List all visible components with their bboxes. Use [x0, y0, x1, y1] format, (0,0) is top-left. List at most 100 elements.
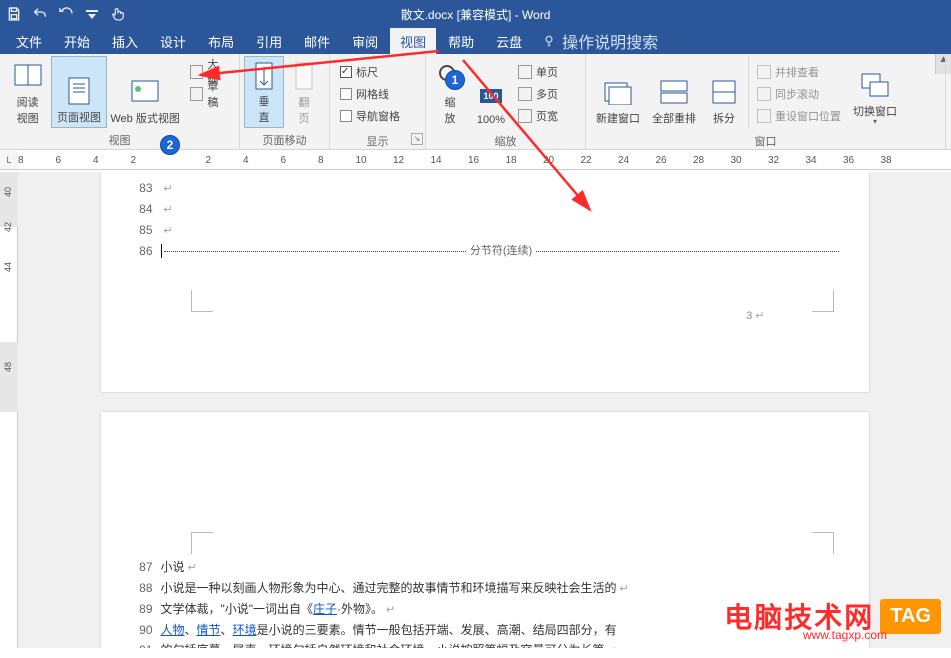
- dialog-launcher-icon[interactable]: ↘: [411, 133, 423, 145]
- side-by-side-button[interactable]: 并排查看: [757, 62, 841, 82]
- hyperlink[interactable]: 环境: [233, 623, 257, 637]
- split-label: 拆分: [713, 110, 735, 126]
- single-page-button[interactable]: 单页: [518, 62, 558, 82]
- line-number: 89: [131, 599, 161, 620]
- ruler-tick: 32: [768, 155, 779, 166]
- line-number: 91: [131, 640, 161, 648]
- tab-review[interactable]: 审阅: [342, 28, 388, 55]
- tab-design[interactable]: 设计: [150, 28, 196, 55]
- ruler-tick: 16: [468, 155, 479, 166]
- arrange-all-icon: [656, 74, 692, 110]
- save-icon[interactable]: [4, 4, 24, 24]
- ruler-tick: 2: [131, 155, 137, 166]
- vertical-ruler[interactable]: 40 42 44 48: [0, 172, 18, 648]
- document-line[interactable]: 83↵: [131, 178, 839, 199]
- flip-button[interactable]: 翻 页: [284, 56, 324, 128]
- window-title: 散文.docx [兼容模式] - Word: [401, 6, 551, 23]
- document-line[interactable]: 85↵: [131, 220, 839, 241]
- redo-icon[interactable]: [56, 4, 76, 24]
- line-text[interactable]: ↵: [161, 220, 839, 241]
- ruler-corner: L: [0, 151, 18, 170]
- hyperlink[interactable]: 庄子: [313, 602, 337, 616]
- draft-view-button[interactable]: 草稿: [190, 84, 229, 104]
- line-text[interactable]: ↵: [161, 199, 839, 220]
- web-layout-button[interactable]: Web 版式视图: [107, 56, 184, 128]
- document-line[interactable]: 88小说是一种以刻画人物形象为中心、通过完整的故事情节和环境描写来反映社会生活的…: [131, 578, 839, 599]
- page-width-button[interactable]: 页宽: [518, 106, 558, 126]
- single-page-label: 单页: [536, 64, 558, 80]
- ruler-tick: 20: [543, 155, 554, 166]
- gridlines-checkbox[interactable]: 网格线: [340, 84, 400, 104]
- document-scroll-area: 40 42 44 48 83↵84↵85↵ 86 分节符(连续) 3↵: [0, 172, 951, 648]
- side-by-side-icon: [757, 65, 771, 79]
- sync-scroll-button[interactable]: 同步滚动: [757, 84, 841, 104]
- ruler-tick: 6: [281, 155, 287, 166]
- line-number: 87: [131, 557, 161, 578]
- ruler-tick: 30: [731, 155, 742, 166]
- group-show: 标尺 网格线 导航窗格 显示↘: [330, 54, 426, 149]
- customize-qat-icon[interactable]: [82, 4, 102, 24]
- tab-file[interactable]: 文件: [6, 28, 52, 55]
- switch-windows-button[interactable]: 切换窗口 ▾: [847, 56, 903, 128]
- section-break-label: 分节符(连续): [466, 241, 536, 261]
- document-line[interactable]: 89文学体裁，"小说"一词出自《庄子·外物》。↵: [131, 599, 839, 620]
- tab-cloud[interactable]: 云盘: [486, 28, 532, 55]
- ruler-checkbox[interactable]: 标尺: [340, 62, 400, 82]
- line-text[interactable]: 人物、情节、环境是小说的三要素。情节一般包括开端、发展、高潮、结局四部分，有: [161, 620, 839, 640]
- navpane-checkbox[interactable]: 导航窗格: [340, 106, 400, 126]
- zoom-button[interactable]: 缩 放: [430, 56, 470, 128]
- arrange-all-label: 全部重排: [652, 110, 696, 126]
- vertical-button[interactable]: 垂 直: [244, 56, 284, 128]
- hyperlink[interactable]: 情节: [197, 623, 221, 637]
- group-zoom-label: 缩放: [426, 131, 585, 152]
- tab-references[interactable]: 引用: [246, 28, 292, 55]
- checkbox-icon: [340, 66, 352, 78]
- flip-label: 翻 页: [299, 94, 310, 126]
- document-line[interactable]: 91的句括序幕、尾声。环境句括自然环境和社会环境。小说按照篇幅及容量可分为长篇↵: [131, 640, 839, 648]
- undo-icon[interactable]: [30, 4, 50, 24]
- ruler-tick: 38: [881, 155, 892, 166]
- line-number: 84: [131, 199, 161, 220]
- line-text[interactable]: 小说↵: [161, 557, 839, 578]
- tab-layout[interactable]: 布局: [198, 28, 244, 55]
- group-page-movement: 垂 直 翻 页 页面移动: [240, 54, 330, 149]
- multi-page-icon: [518, 87, 532, 101]
- line-text[interactable]: ↵: [161, 178, 839, 199]
- line-text[interactable]: 文学体裁，"小说"一词出自《庄子·外物》。↵: [161, 599, 839, 620]
- tell-me-search[interactable]: 操作说明搜索: [542, 29, 658, 53]
- horizontal-ruler[interactable]: 1086422468101214161820222426283032343638: [18, 151, 951, 170]
- reset-window-button[interactable]: 重设窗口位置: [757, 106, 841, 126]
- line-text[interactable]: 的句括序幕、尾声。环境句括自然环境和社会环境。小说按照篇幅及容量可分为长篇↵: [161, 640, 839, 648]
- tab-home[interactable]: 开始: [54, 28, 100, 55]
- document-line[interactable]: 84↵: [131, 199, 839, 220]
- read-mode-button[interactable]: 阅读 视图: [4, 56, 51, 128]
- flip-icon: [286, 58, 322, 94]
- group-show-label: 显示↘: [330, 131, 425, 152]
- zoom-100-button[interactable]: 100 100%: [470, 56, 512, 128]
- sync-scroll-icon: [757, 87, 771, 101]
- split-button[interactable]: 拆分: [702, 56, 746, 128]
- print-layout-button[interactable]: 页面视图: [51, 56, 106, 128]
- ruler-tick: 12: [393, 155, 404, 166]
- ruler-tick: 18: [506, 155, 517, 166]
- document-line[interactable]: 87小说↵: [131, 557, 839, 578]
- ruler-tick: 24: [618, 155, 629, 166]
- pages-host[interactable]: 83↵84↵85↵ 86 分节符(连续) 3↵ 87小说↵88小说是一种以刻画人…: [18, 172, 951, 648]
- ruler-tick: 8: [18, 155, 24, 166]
- touch-mode-icon[interactable]: [108, 4, 128, 24]
- new-window-icon: [600, 74, 636, 110]
- tab-help[interactable]: 帮助: [438, 28, 484, 55]
- line-text[interactable]: 小说是一种以刻画人物形象为中心、通过完整的故事情节和环境描写来反映社会生活的↵: [161, 578, 839, 599]
- multi-page-button[interactable]: 多页: [518, 84, 558, 104]
- tab-insert[interactable]: 插入: [102, 28, 148, 55]
- section-break-line: 分节符(连续): [161, 241, 839, 261]
- ruler-tick: 4: [243, 155, 249, 166]
- arrange-all-button[interactable]: 全部重排: [646, 56, 702, 128]
- horizontal-ruler-area: L 10864224681012141618202224262830323436…: [0, 150, 951, 172]
- side-by-side-label: 并排查看: [775, 64, 819, 80]
- document-line[interactable]: 90人物、情节、环境是小说的三要素。情节一般包括开端、发展、高潮、结局四部分，有: [131, 620, 839, 640]
- tab-mailings[interactable]: 邮件: [294, 28, 340, 55]
- tab-view[interactable]: 视图: [390, 28, 436, 55]
- new-window-button[interactable]: 新建窗口: [590, 56, 646, 128]
- hyperlink[interactable]: 人物: [161, 623, 185, 637]
